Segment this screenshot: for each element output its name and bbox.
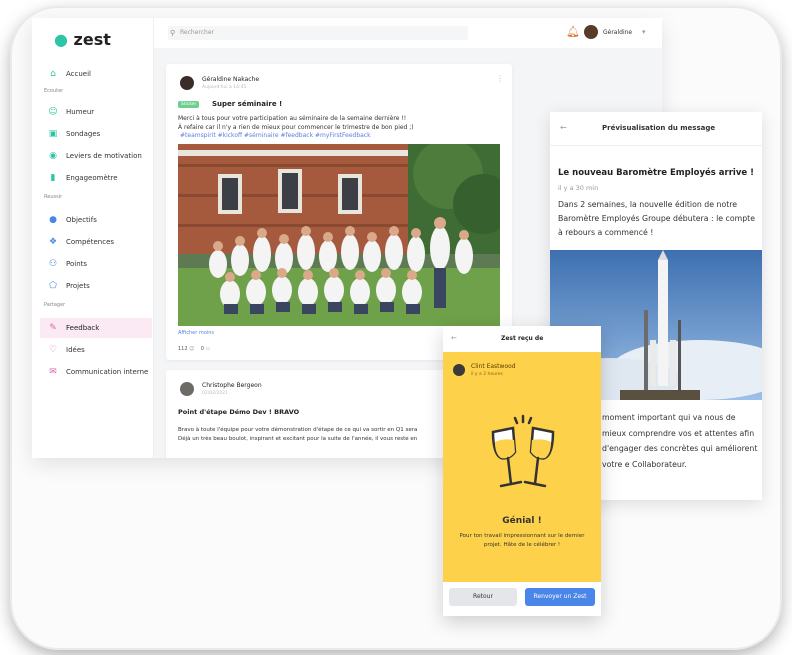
comment-icon[interactable]: ▭ <box>206 346 211 352</box>
sidebar-item-points[interactable]: ⚇ Points <box>40 254 152 274</box>
user-name[interactable]: Géraldine <box>603 29 632 36</box>
post-body-line: À refaire car il n'y a rien de mieux pou… <box>178 124 414 131</box>
message-time: il y a 30 min <box>558 184 599 192</box>
search-placeholder: Rechercher <box>180 29 214 36</box>
logo[interactable]: ● zest <box>54 30 111 49</box>
like-icon[interactable]: ☺ <box>189 346 194 352</box>
post-date: 02/02/2021 <box>202 391 228 396</box>
champagne-icon <box>491 414 555 488</box>
zest-header: ← Zest reçu de <box>443 326 601 352</box>
zest-received-modal: ← Zest reçu de Clint Eastwood il y a 2 h… <box>443 326 601 616</box>
zest-headline: Génial ! <box>502 516 542 526</box>
puzzle-icon: ❖ <box>48 237 58 247</box>
comments-count: 0 <box>200 346 204 352</box>
post-date: Aujourd'hui à 14:45 <box>202 85 247 90</box>
sender-name[interactable]: Clint Eastwood <box>471 363 516 370</box>
bulb-icon: ♡ <box>48 345 58 355</box>
sidebar-item-sondages[interactable]: ▣ Sondages <box>40 124 152 144</box>
home-icon: ⌂ <box>50 69 56 79</box>
back-arrow-icon[interactable]: ← <box>560 123 567 132</box>
preview-header: ← Prévisualisation du message <box>550 112 762 146</box>
sidebar-item-label: Compétences <box>66 238 115 246</box>
zest-message: Pour ton travail impressionnant sur le d… <box>459 533 585 548</box>
show-less-link[interactable]: Afficher moins <box>178 330 214 336</box>
post-author[interactable]: Christophe Bergeon <box>202 382 262 389</box>
post-title: Super séminaire ! <box>212 100 283 108</box>
topbar: ⚲ Rechercher 🔔︎ Géraldine ▾ <box>154 18 662 48</box>
avatar[interactable] <box>584 25 598 39</box>
post-title: Point d'étape Démo Dev ! BRAVO <box>178 408 300 416</box>
sidebar-item-idees[interactable]: ♡ Idées <box>40 340 152 360</box>
zest-time: il y a 2 heures <box>471 372 503 377</box>
sidebar-item-label: Idées <box>66 346 85 354</box>
mail-icon: ✉ <box>49 367 57 377</box>
sidebar: ● zest ⌂ Accueil Ecouter ☺ Humeur ▣ Sond… <box>32 18 154 458</box>
project-icon: ⬠ <box>49 281 57 291</box>
search-icon: ⚲ <box>170 29 176 37</box>
people-icon: ⚇ <box>48 259 58 269</box>
back-arrow-icon[interactable]: ← <box>451 334 457 342</box>
bell-icon[interactable]: 🔔︎ <box>566 25 580 38</box>
sidebar-item-feedback[interactable]: ✎ Feedback <box>40 318 152 338</box>
zest-title: Zest reçu de <box>501 335 544 342</box>
message-title: Le nouveau Baromètre Employés arrive ! <box>558 168 754 178</box>
post-stats: 112 ☺ 0 ▭ <box>178 346 210 352</box>
avatar <box>453 364 465 376</box>
smile-icon: ☺ <box>48 107 58 117</box>
preview-title: Prévisualisation du message <box>602 124 716 132</box>
sidebar-item-label: Communication interne <box>66 368 149 376</box>
post-card: Géraldine Nakache Aujourd'hui à 14:45 ⋮ … <box>166 64 512 360</box>
sidebar-item-competences[interactable]: ❖ Compétences <box>40 232 152 252</box>
target-icon: ● <box>49 215 57 225</box>
sidebar-item-label: Sondages <box>66 130 101 138</box>
sidebar-item-engageometre[interactable]: ▮ Engageomètre <box>40 168 152 188</box>
avatar <box>180 76 194 90</box>
post-body: Merci à tous pour votre participation au… <box>178 114 503 132</box>
sidebar-item-label: Points <box>66 260 88 268</box>
post-hashtags[interactable]: #teamspirit #kickoff #séminaire #feedbac… <box>180 132 371 139</box>
pencil-icon: ✎ <box>49 323 57 333</box>
sidebar-item-communication[interactable]: ✉ Communication interne <box>40 362 152 382</box>
likes-count: 112 <box>178 346 188 352</box>
more-icon[interactable]: ⋮ <box>496 74 504 83</box>
search-input[interactable]: ⚲ Rechercher <box>168 26 468 40</box>
sidebar-item-label: Engageomètre <box>66 174 118 182</box>
sidebar-item-humeur[interactable]: ☺ Humeur <box>40 102 152 122</box>
survey-icon: ▣ <box>48 129 58 139</box>
send-zest-button[interactable]: Renvoyer un Zest <box>525 588 595 606</box>
team-photo <box>178 144 500 326</box>
frame: ● zest ⌂ Accueil Ecouter ☺ Humeur ▣ Sond… <box>12 8 780 648</box>
message-body: Dans 2 semaines, la nouvelle édition de … <box>558 200 756 237</box>
sidebar-item-label: Humeur <box>66 108 95 116</box>
zest-footer: Retour Renvoyer un Zest <box>443 582 601 616</box>
section-partager: Partager <box>44 302 66 308</box>
sidebar-item-label: Objectifs <box>66 216 97 224</box>
bars-icon: ▮ <box>50 173 56 183</box>
lever-icon: ◉ <box>49 151 57 161</box>
sidebar-item-leviers[interactable]: ◉ Leviers de motivation <box>40 146 152 166</box>
sidebar-item-accueil[interactable]: ⌂ Accueil <box>40 64 152 84</box>
sidebar-item-label: Projets <box>66 282 90 290</box>
sidebar-item-label: Leviers de motivation <box>66 152 142 160</box>
chevron-down-icon[interactable]: ▾ <box>642 28 646 36</box>
zest-body: Clint Eastwood il y a 2 heures Génial ! … <box>443 352 601 582</box>
back-button[interactable]: Retour <box>449 588 517 606</box>
post-author[interactable]: Géraldine Nakache <box>202 76 259 83</box>
avatar <box>180 382 194 396</box>
sidebar-item-label: Feedback <box>66 324 100 332</box>
section-ecouter: Ecouter <box>44 88 64 94</box>
section-reussir: Reussir <box>44 194 63 200</box>
post-body-line: Merci à tous pour votre participation au… <box>178 115 407 122</box>
sidebar-item-label: Accueil <box>66 70 91 78</box>
message-body-continued: moment important qui va nous de mieux co… <box>602 413 758 469</box>
sidebar-item-objectifs[interactable]: ● Objectifs <box>40 210 152 230</box>
post-tag: Sticker <box>178 101 200 108</box>
sidebar-item-projets[interactable]: ⬠ Projets <box>40 276 152 296</box>
